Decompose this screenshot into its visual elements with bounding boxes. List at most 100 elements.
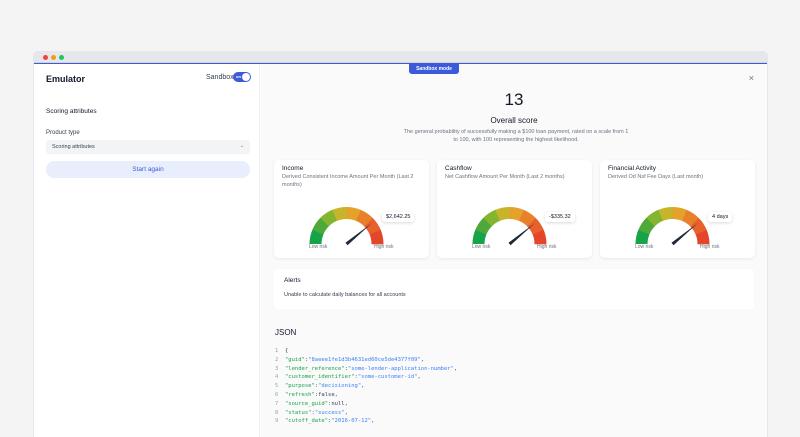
income-card: Income Derived Consistent Income Amount …	[274, 160, 429, 258]
json-title: JSON	[275, 328, 297, 337]
high-risk-label: High risk	[374, 244, 394, 250]
line-number: 8	[275, 409, 279, 416]
card-title: Income	[282, 165, 304, 172]
toggle-state-text: on	[236, 74, 241, 79]
json-line-text: "guid":"8aeee1fe1d3b4631ed60ce5de4377f09…	[285, 356, 425, 363]
sandbox-toggle-label: Sandbox	[206, 74, 234, 81]
card-title: Cashflow	[445, 165, 472, 172]
gauge	[472, 207, 547, 246]
gauge-segment	[475, 217, 493, 235]
close-window-dot[interactable]	[43, 55, 48, 60]
json-line-text: "purpose":"decisioning",	[285, 383, 365, 390]
gauge-segment	[532, 229, 547, 245]
close-icon[interactable]: ×	[749, 73, 754, 83]
start-again-button[interactable]: Start again	[46, 161, 250, 178]
gauge-segment	[320, 209, 338, 227]
alerts-title: Alerts	[284, 277, 301, 284]
section-title: Scoring attributes	[46, 108, 97, 115]
low-risk-label: Low risk	[309, 244, 328, 250]
emulator-window: Emulator Sandbox on Scoring attributes P…	[34, 52, 767, 437]
sandbox-toggle[interactable]: on	[233, 72, 251, 82]
product-type-value: Scoring attributes	[52, 144, 95, 150]
json-line-text: "status":"success",	[285, 409, 348, 416]
gauge-segment	[355, 209, 373, 227]
json-line: 1{	[275, 348, 457, 357]
window-titlebar	[34, 52, 767, 63]
gauge-segment	[681, 209, 699, 227]
line-number: 1	[275, 348, 279, 354]
gauge-segment	[695, 229, 710, 245]
gauge-segment	[472, 229, 487, 245]
overall-score-description: The general probability of successfully …	[403, 129, 629, 143]
card-subtitle: Net Cashflow Amount Per Month (Last 2 mo…	[445, 174, 565, 180]
json-line: 8 "status":"success",	[275, 410, 457, 419]
sidebar: Emulator Sandbox on Scoring attributes P…	[34, 64, 260, 437]
json-line: 4 "customer_identifier":"some-customer-id…	[275, 374, 457, 383]
gauge-value-label: -$335.32	[545, 212, 575, 222]
gauge-needle	[508, 222, 535, 246]
minimize-window-dot[interactable]	[51, 55, 56, 60]
line-number: 6	[275, 391, 279, 398]
line-number: 7	[275, 400, 279, 407]
chevron-down-icon: ⌄	[239, 143, 244, 149]
line-number: 2	[275, 356, 279, 363]
json-line: 9 "cutoff_date":"2016-07-12",	[275, 418, 457, 427]
gauge-segment	[332, 207, 348, 222]
gauge	[309, 207, 384, 246]
json-line-text: {	[285, 348, 289, 354]
product-type-select[interactable]: Scoring attributes ⌄	[46, 140, 250, 154]
json-line: 7 "source_guid":null,	[275, 401, 457, 410]
card-subtitle: Derived Consistent Income Amount Per Mon…	[282, 174, 414, 188]
low-risk-label: Low risk	[635, 244, 654, 250]
card-title: Financial Activity	[608, 165, 657, 172]
low-risk-label: Low risk	[472, 244, 491, 250]
main-panel: Sandbox mode × 13 Overall score The gene…	[261, 64, 767, 437]
product-type-label: Product type	[46, 130, 80, 136]
gauge-segment	[518, 209, 536, 227]
gauge-value-label: $2,642.25	[382, 212, 415, 222]
gauge-segment	[646, 209, 664, 227]
gauge-needle	[671, 222, 698, 246]
alerts-panel: Alerts Unable to calculate daily balance…	[274, 269, 754, 309]
line-number: 5	[275, 383, 279, 390]
high-risk-label: High risk	[700, 244, 720, 250]
gauge	[635, 207, 710, 246]
gauge-segment	[363, 217, 381, 235]
gauge-segment	[509, 207, 524, 222]
line-number: 4	[275, 374, 279, 381]
toggle-knob	[242, 73, 250, 81]
json-code-block: 1{2 "guid":"8aeee1fe1d3b4631ed60ce5de4377…	[275, 348, 457, 427]
line-number: 3	[275, 365, 279, 372]
financial-activity-card: Financial Activity Derived Od Nsf Fee Da…	[600, 160, 755, 258]
gauge-segment	[312, 217, 330, 235]
high-risk-label: High risk	[537, 244, 557, 250]
overall-score-value: 13	[504, 90, 524, 109]
gauge-segment	[658, 207, 674, 222]
gauge-segment	[672, 207, 687, 222]
json-line-text: "customer_identifier":"some-customer-id"…	[285, 374, 421, 381]
gauge-segment	[495, 207, 511, 222]
json-line: 6 "refresh":false,	[275, 392, 457, 401]
json-line-text: "cutoff_date":"2016-07-12",	[285, 418, 375, 425]
gauge-segment	[483, 209, 501, 227]
json-line: 2 "guid":"8aeee1fe1d3b4631ed60ce5de4377f0…	[275, 357, 457, 366]
alert-message: Unable to calculate daily balances for a…	[284, 292, 406, 298]
json-line-text: "source_guid":null,	[285, 400, 348, 407]
maximize-window-dot[interactable]	[59, 55, 64, 60]
sandbox-mode-badge: Sandbox mode	[409, 64, 459, 74]
gauge-needle	[345, 222, 372, 246]
gauge-segment	[369, 229, 384, 245]
gauge-segment	[638, 217, 656, 235]
gauge-segment	[689, 217, 707, 235]
json-line: 5 "purpose":"decisioning",	[275, 383, 457, 392]
sidebar-title: Emulator	[46, 74, 86, 84]
gauge-segment	[526, 217, 544, 235]
card-subtitle: Derived Od Nsf Fee Days (Last month)	[608, 174, 704, 180]
json-line-text: "lender_reference":"some-lender-applicat…	[285, 365, 458, 372]
overall-score-title: Overall score	[490, 116, 538, 125]
gauge-segment	[309, 229, 324, 245]
line-number: 9	[275, 418, 279, 425]
json-line-text: "refresh":false,	[285, 391, 338, 398]
cashflow-card: Cashflow Net Cashflow Amount Per Month (…	[437, 160, 592, 258]
json-line: 3 "lender_reference":"some-lender-applica…	[275, 366, 457, 375]
